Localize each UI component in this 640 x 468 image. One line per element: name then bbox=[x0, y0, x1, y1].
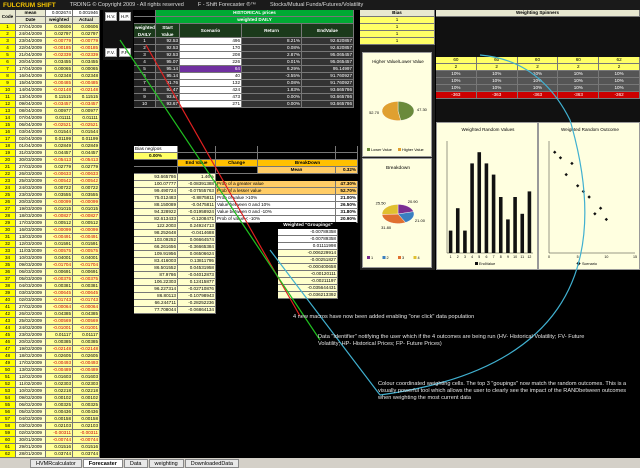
tab-data[interactable]: Data bbox=[123, 459, 148, 468]
annotation-macros: 4 new macros have now been added enablin… bbox=[293, 314, 475, 320]
tab-forecaster[interactable]: Forecaster bbox=[82, 459, 123, 468]
tab-weighting[interactable]: weighting bbox=[148, 459, 184, 468]
annotation-colour: Colour coordinated weighting cells. The … bbox=[378, 381, 627, 401]
annotation-identifier: Data "Identifier" notifying the user whi… bbox=[318, 334, 585, 347]
tab-hvmrcalculator[interactable]: HVMRcalculator bbox=[30, 459, 82, 468]
tab-downloadeddata[interactable]: DownloadedData bbox=[184, 459, 239, 468]
sheet-tabs: HVMRcalculator Forecaster Data weighting… bbox=[0, 458, 640, 468]
